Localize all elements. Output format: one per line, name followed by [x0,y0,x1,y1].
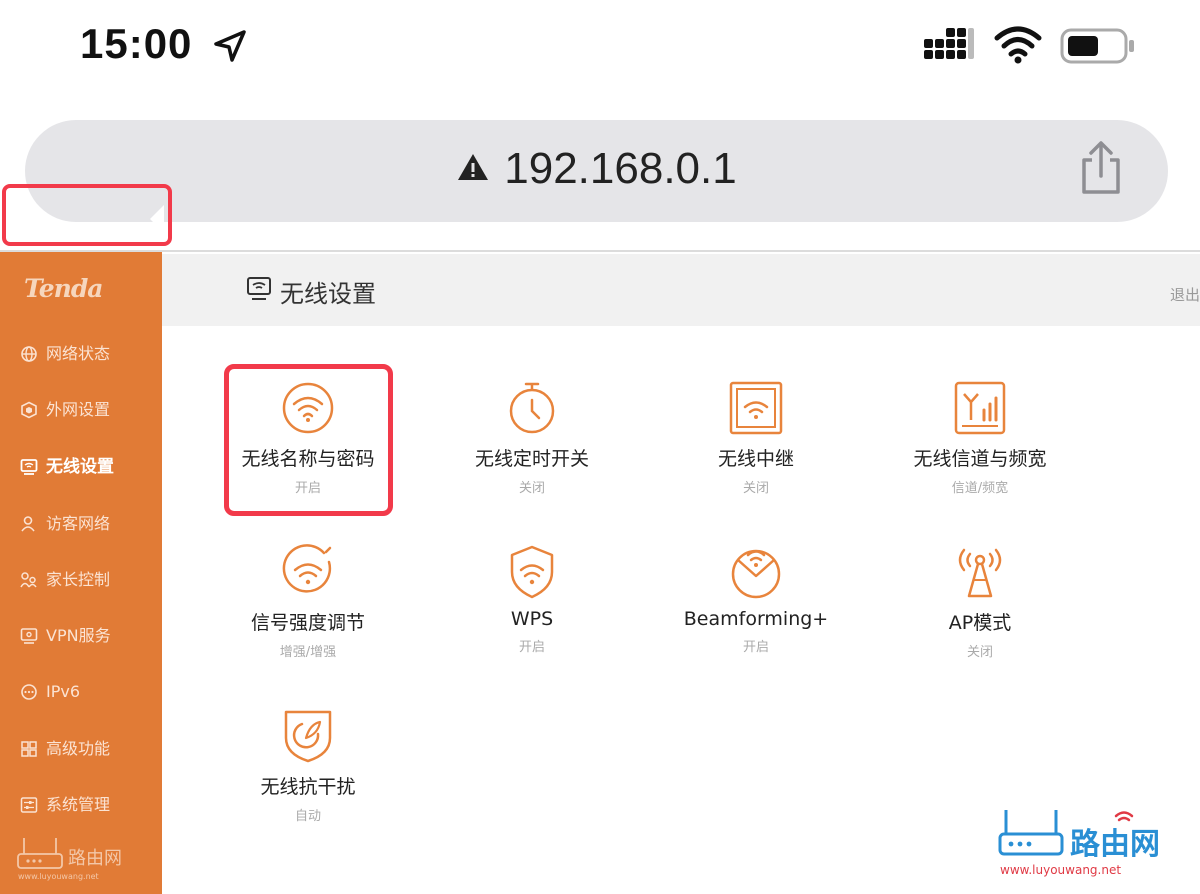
family-icon [20,572,37,588]
sidebar-item-label: IPv6 [46,682,81,701]
location-arrow-icon [214,30,246,62]
sidebar-item-system[interactable]: 系统管理 [0,785,162,825]
globe-icon [21,346,37,362]
wifi-icon [994,26,1042,64]
feature-signal-strength[interactable]: 信号强度调节 增强/增强 [208,544,408,660]
sidebar-item-ipv6[interactable]: IPv6 [0,672,162,712]
wifi-relay-icon [729,381,783,435]
sidebar-item-vpn-service[interactable]: VPN服务 [0,616,162,656]
cellular-signal-icon [924,28,974,59]
wps-shield-icon [510,545,554,599]
wifi-monitor-icon [20,459,38,475]
status-bar: 15:00 [0,0,1200,95]
watermark-brand: 路由网 [68,848,122,869]
feature-status: 开启 [742,640,769,655]
feature-status: 关闭 [742,481,769,496]
feature-wifi-schedule[interactable]: 无线定时开关 关闭 [432,380,632,496]
share-icon[interactable] [1078,140,1124,196]
feature-channel-bandwidth[interactable]: 无线信道与频宽 信道/频宽 [880,380,1080,496]
channel-bandwidth-icon [954,381,1006,435]
feature-status: 关闭 [518,481,545,496]
sidebar-item-guest-network[interactable]: 访客网络 [0,504,162,544]
sidebar-active-highlight [2,184,172,246]
sidebar-item-label: 系统管理 [46,795,111,814]
ipv6-icon [21,684,37,700]
feature-status: 信道/频宽 [951,481,1009,496]
feature-label: 无线信道与频宽 [913,448,1047,470]
guest-user-icon [21,516,35,532]
status-time: 15:00 [80,20,193,67]
page-title: 无线设置 [280,280,376,308]
anti-interference-icon [284,710,332,763]
sidebar-item-label: 高级功能 [46,739,111,758]
sidebar-watermark: 路由网 www.luyouwang.net [16,834,140,886]
url-text: 192.168.0.1 [504,144,737,193]
feature-ap-mode[interactable]: AP模式 关闭 [880,544,1080,660]
address-bar[interactable]: 192.168.0.1 [25,120,1168,222]
watermark-url: www.luyouwang.net [1000,863,1121,877]
feature-label: 无线定时开关 [474,448,589,470]
tenda-logo: Tenda [24,274,103,303]
feature-status: 增强/增强 [279,645,337,660]
grid-icon [21,741,37,757]
sidebar-item-label: 无线设置 [46,457,114,477]
feature-label: AP模式 [948,612,1012,634]
feature-status: 自动 [294,809,321,824]
sidebar-item-wan-settings[interactable]: 外网设置 [0,390,162,430]
sidebar-item-label: 外网设置 [46,400,111,419]
signal-strength-icon [282,544,332,593]
settings-panel-icon [20,797,38,813]
feature-status: 开启 [518,640,545,655]
feature-label: 无线中继 [717,448,794,470]
cube-icon [21,401,37,419]
sidebar: Tenda 网络状态 外网设置 无线设置 访客网络 家长控制 VPN服务 IPv… [0,252,162,894]
sidebar-item-advanced[interactable]: 高级功能 [0,729,162,769]
beamforming-icon [731,549,781,599]
router-logo-icon: 路由网 www.luyouwang.net [17,838,122,881]
watermark-brand: 路由网 [1070,827,1160,862]
feature-status: 关闭 [966,645,993,660]
logout-link[interactable]: 退出 [1170,284,1200,305]
browser-divider [0,250,1200,252]
sidebar-item-network-status[interactable]: 网络状态 [0,334,162,374]
feature-label: 信号强度调节 [250,612,365,634]
feature-beamforming[interactable]: Beamforming+ 开启 [656,544,856,655]
watermark-url: www.luyouwang.net [18,872,99,881]
feature-label: 无线抗干扰 [260,776,356,798]
feature-wifi-relay[interactable]: 无线中继 关闭 [656,380,856,496]
url-display[interactable]: 192.168.0.1 [25,144,1168,194]
sidebar-item-parental-control[interactable]: 家长控制 [0,560,162,600]
ap-antenna-icon [958,548,1002,598]
feature-highlight-box [224,364,393,516]
wifi-monitor-icon [247,277,271,300]
watermark: 路由网 www.luyouwang.net [998,806,1178,882]
sidebar-item-label: 家长控制 [46,570,111,589]
timer-icon [509,382,555,434]
sidebar-item-label: VPN服务 [46,626,111,645]
feature-label: WPS [510,608,554,630]
feature-label: Beamforming+ [683,608,829,630]
feature-anti-interference[interactable]: 无线抗干扰 自动 [208,708,408,824]
vpn-monitor-icon [20,628,38,644]
active-pointer [150,205,164,233]
sidebar-item-label: 网络状态 [46,344,111,363]
router-logo-icon: 路由网 www.luyouwang.net [998,810,1160,877]
warning-triangle-icon [458,154,489,181]
sidebar-item-wireless-settings[interactable]: 无线设置 [0,447,162,487]
feature-wps[interactable]: WPS 开启 [432,544,632,655]
battery-icon [1060,28,1134,64]
sidebar-item-label: 访客网络 [46,514,111,533]
page-header: 无线设置 退出 [162,254,1200,326]
